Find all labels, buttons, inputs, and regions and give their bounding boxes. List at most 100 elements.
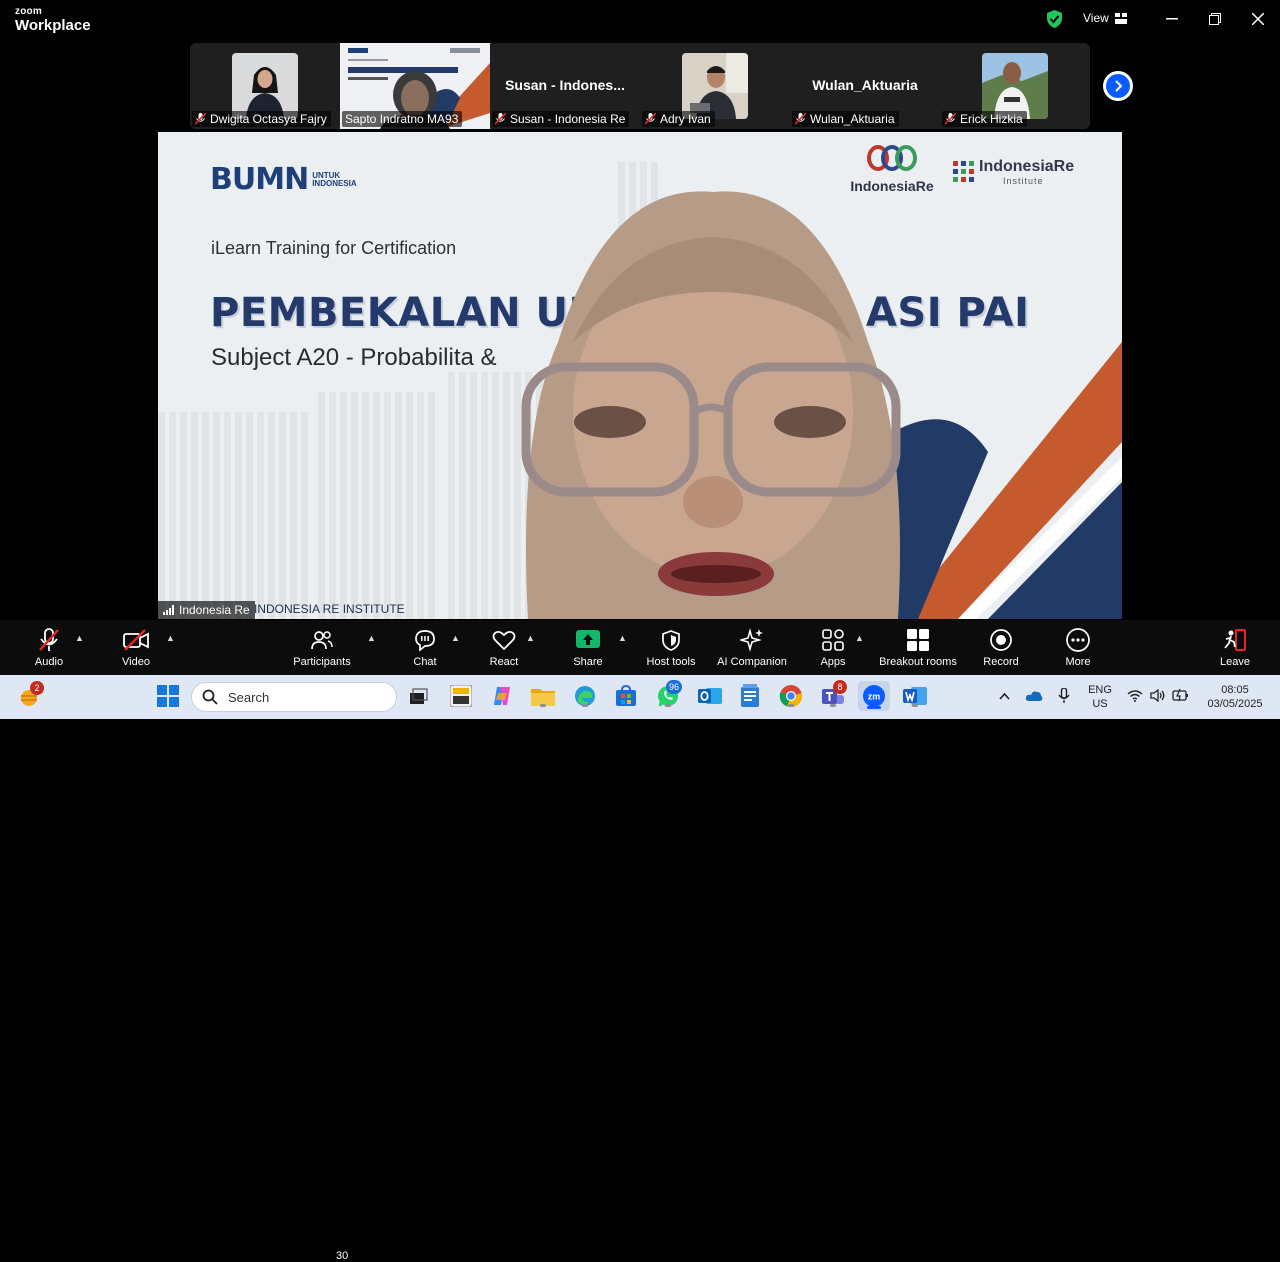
wifi-icon[interactable]	[1127, 689, 1143, 702]
taskbar-app-edge[interactable]	[572, 683, 598, 709]
next-participants-button[interactable]	[1103, 71, 1133, 101]
breakout-rooms-label: Breakout rooms	[879, 656, 957, 668]
participant-name: Susan - Indonesia Re	[510, 112, 626, 126]
task-view-button[interactable]	[405, 683, 431, 709]
slide-background-pattern	[318, 392, 438, 619]
participant-strip: Dwigita Octasya Fajry Sapto Indratno MA9…	[190, 43, 1090, 129]
taskbar-app-whatsapp[interactable]: 96	[655, 680, 683, 709]
chevron-right-icon	[1115, 80, 1123, 92]
chevron-up-icon[interactable]	[999, 692, 1010, 700]
taskbar-search[interactable]: Search	[191, 682, 397, 712]
volume-icon[interactable]	[1150, 689, 1166, 702]
view-button[interactable]: View	[1083, 11, 1127, 25]
video-button[interactable]: Video	[120, 628, 152, 668]
indonesia-re-institute-logo: IndonesiaRe Institute	[953, 158, 1074, 186]
taskbar-app-chrome[interactable]	[778, 683, 804, 709]
svg-text:zm: zm	[868, 692, 881, 702]
apps-options-caret[interactable]: ▲	[855, 633, 864, 643]
close-button[interactable]	[1248, 10, 1268, 28]
institute-logo-subtext: Institute	[1003, 176, 1044, 186]
heart-icon	[492, 630, 516, 650]
participant-tile[interactable]: Susan - Indones... Susan - Indonesia Re	[490, 43, 640, 129]
onedrive-icon[interactable]	[1025, 690, 1043, 702]
leave-button[interactable]: Leave	[1220, 628, 1250, 668]
weather-widget[interactable]: 2	[16, 681, 44, 709]
language-indicator[interactable]: ENG US	[1085, 683, 1115, 711]
restore-button[interactable]	[1205, 10, 1225, 28]
clock[interactable]: 08:05 03/05/2025	[1200, 683, 1270, 711]
share-button[interactable]: Share	[572, 628, 604, 668]
grid-view-icon	[1114, 12, 1127, 24]
taskbar-app-store[interactable]	[613, 683, 639, 709]
participant-tile[interactable]: Adry Ivan	[640, 43, 790, 129]
audio-options-caret[interactable]: ▲	[75, 633, 84, 643]
share-options-caret[interactable]: ▲	[618, 633, 627, 643]
chat-options-caret[interactable]: ▲	[451, 633, 460, 643]
taskbar-app-notepad[interactable]	[737, 683, 763, 709]
taskbar-app-zoom[interactable]: zm	[858, 681, 890, 711]
participant-display-name: Wulan_Aktuaria	[812, 77, 918, 93]
minimize-button[interactable]	[1162, 10, 1182, 28]
more-button[interactable]: More	[1063, 628, 1093, 668]
ai-companion-button[interactable]: AI Companion	[714, 628, 790, 668]
participant-tile[interactable]: Dwigita Octasya Fajry	[190, 43, 340, 129]
participant-label: Dwigita Octasya Fajry	[192, 111, 331, 127]
host-tools-button[interactable]: Host tools	[643, 628, 699, 668]
sparkle-icon	[740, 628, 763, 652]
more-label: More	[1065, 656, 1091, 668]
participant-video	[982, 53, 1048, 119]
ai-companion-label: AI Companion	[717, 656, 787, 668]
participant-name: Adry Ivan	[660, 112, 711, 126]
running-indicator	[912, 704, 918, 707]
active-speaker-label: Indonesia Re	[158, 601, 255, 619]
participant-name: Erick Hizkia	[960, 112, 1023, 126]
task-view-icon	[410, 688, 428, 704]
taskbar-app-outlook[interactable]	[697, 683, 723, 709]
windows-taskbar: 2 Search 96 8 zm ENG US 08:05 03/05/2025	[0, 675, 1280, 719]
participant-tile[interactable]: Sapto Indratno MA93	[340, 43, 490, 129]
chat-button[interactable]: Chat	[410, 628, 440, 668]
encryption-shield-icon[interactable]	[1046, 10, 1063, 28]
weather-badge: 2	[30, 681, 44, 695]
running-indicator	[867, 706, 881, 709]
participant-tile[interactable]: Erick Hizkia	[940, 43, 1090, 129]
participants-options-caret[interactable]: ▲	[367, 633, 376, 643]
slide-background-pattern	[158, 412, 308, 619]
record-button[interactable]: Record	[982, 628, 1020, 668]
running-indicator	[582, 704, 588, 707]
video-options-caret[interactable]: ▲	[166, 633, 175, 643]
taskbar-app-copilot[interactable]	[489, 683, 515, 709]
running-indicator	[830, 704, 836, 707]
view-label: View	[1083, 11, 1109, 25]
breakout-rooms-button[interactable]: Breakout rooms	[878, 628, 958, 668]
audio-label: Audio	[34, 656, 64, 668]
apps-label: Apps	[820, 656, 846, 668]
bumn-logo-small-2: INDONESIA	[312, 178, 357, 188]
video-muted-icon	[123, 629, 149, 651]
taskbar-app-word[interactable]	[902, 683, 928, 709]
taskbar-app-elo[interactable]	[448, 683, 474, 709]
share-screen-icon	[576, 630, 600, 648]
windows-logo-icon	[157, 685, 179, 707]
audio-button[interactable]: Audio	[33, 628, 65, 668]
participants-button[interactable]: Participants	[292, 628, 352, 668]
apps-button[interactable]: Apps	[818, 628, 848, 668]
main-video[interactable]: BUMN UNTUK INDONESIA IndonesiaRe Indonesi…	[158, 132, 1122, 619]
indonesia-re-rings-icon	[867, 145, 917, 171]
more-icon	[1066, 628, 1090, 652]
bumn-logo: BUMN UNTUK INDONESIA	[210, 162, 357, 197]
teams-badge: 8	[833, 680, 847, 694]
taskbar-app-teams[interactable]: 8	[820, 680, 847, 709]
close-icon	[1252, 13, 1264, 25]
microphone-tray-icon[interactable]	[1058, 688, 1070, 704]
battery-icon[interactable]	[1172, 688, 1190, 702]
start-button[interactable]	[155, 683, 181, 709]
share-label: Share	[573, 656, 603, 668]
language-line-1: ENG	[1088, 684, 1112, 696]
react-options-caret[interactable]: ▲	[526, 633, 535, 643]
elo-app-icon	[450, 685, 472, 707]
participant-label: Erick Hizkia	[942, 111, 1027, 127]
taskbar-app-file-explorer[interactable]	[530, 683, 556, 709]
react-button[interactable]: React	[488, 628, 520, 668]
participant-tile[interactable]: Wulan_Aktuaria Wulan_Aktuaria	[790, 43, 940, 129]
